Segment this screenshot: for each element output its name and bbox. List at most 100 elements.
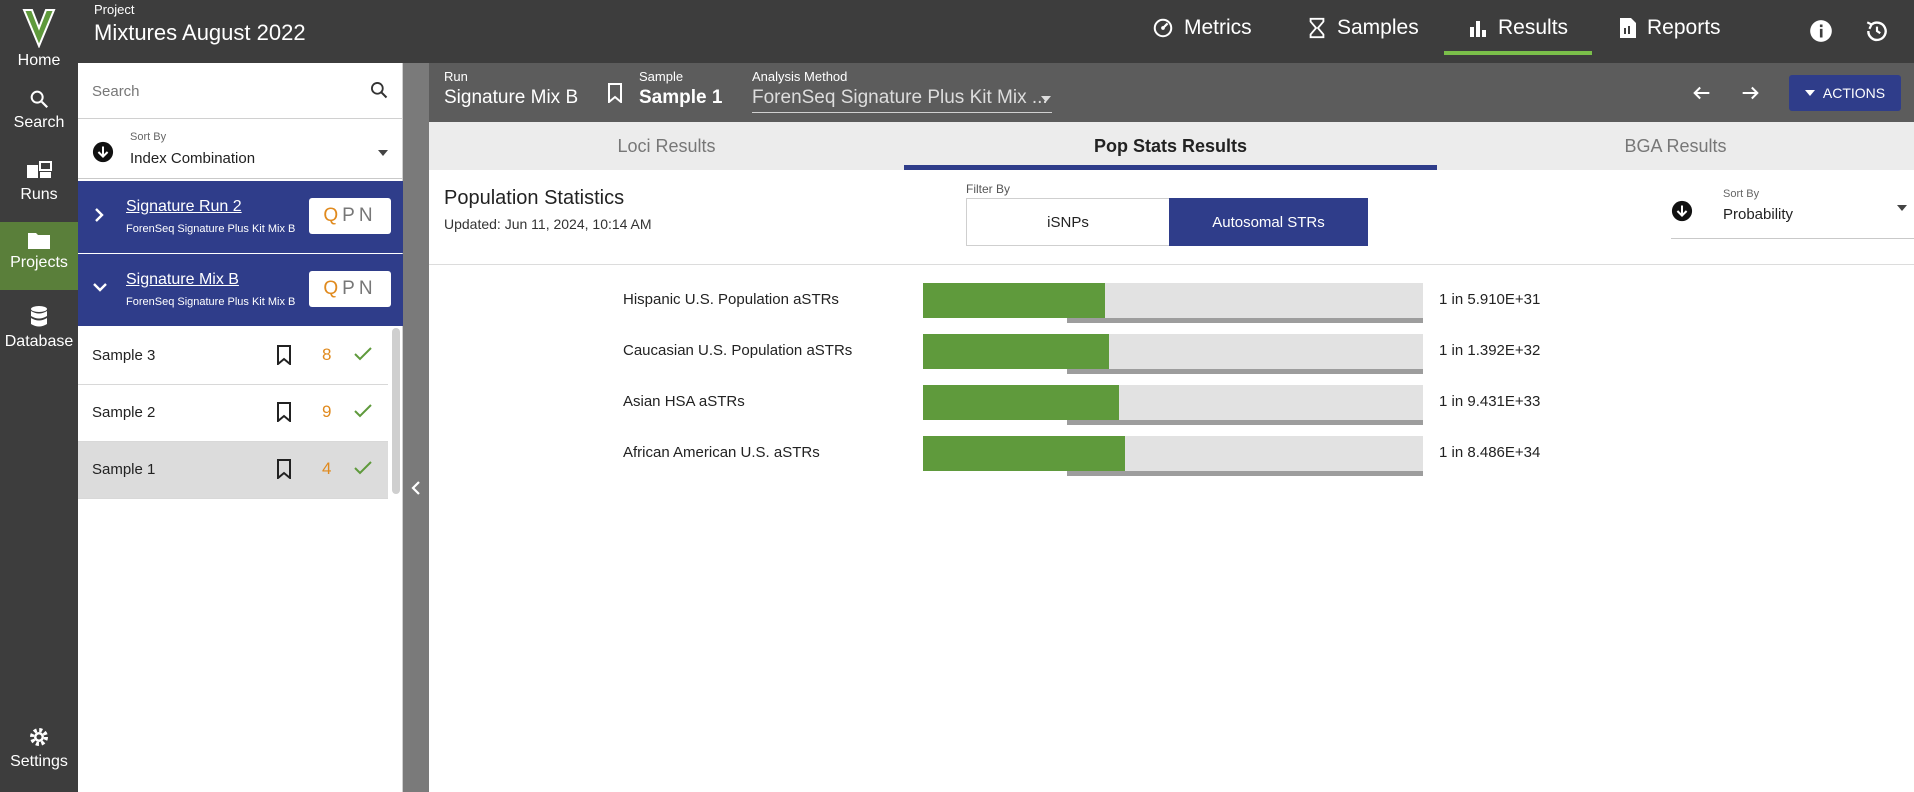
qpn-q: Q	[323, 205, 343, 226]
sample-row[interactable]: Sample 1 4	[78, 442, 388, 499]
filter-eyebrow: Filter By	[966, 182, 1011, 196]
list-scrollbar[interactable]	[392, 328, 400, 494]
qpn-n: N	[358, 278, 377, 299]
nav-metrics[interactable]: Metrics	[1152, 0, 1252, 55]
qpn-n: N	[358, 205, 377, 226]
home-label: Home	[17, 52, 61, 69]
sort-direction-icon[interactable]	[92, 141, 114, 163]
chart-bar-underline	[1067, 420, 1423, 425]
gauge-icon	[1153, 18, 1173, 37]
panel-collapse-handle[interactable]	[403, 63, 429, 792]
bookmark-icon[interactable]	[276, 345, 292, 365]
run-value: Signature Mix B	[444, 87, 579, 108]
hourglass-icon	[1309, 17, 1325, 38]
tab-bga-results[interactable]: BGA Results	[1437, 122, 1914, 170]
tab-loci-results[interactable]: Loci Results	[429, 122, 904, 170]
qpn-q: Q	[323, 278, 343, 299]
chevron-down-icon[interactable]	[92, 280, 108, 294]
filter-isnps[interactable]: iSNPs	[966, 198, 1170, 246]
chart-bar-underline	[1067, 369, 1423, 374]
bookmark-icon[interactable]	[607, 83, 623, 103]
actions-button[interactable]: ACTIONS	[1789, 75, 1901, 111]
nav-results[interactable]: Results	[1443, 0, 1593, 55]
chart-bar	[923, 436, 1125, 471]
caret-down-icon	[378, 150, 388, 156]
sample-count: 8	[322, 345, 332, 364]
history-icon[interactable]	[1864, 18, 1890, 44]
pop-stats-content: Population Statistics Updated: Jun 11, 2…	[429, 170, 1914, 792]
arrow-right-icon[interactable]	[1739, 82, 1761, 104]
sample-list-panel: Sort By Index Combination Signature Run …	[78, 63, 403, 792]
filter-autosomal-strs[interactable]: Autosomal STRs	[1169, 198, 1368, 246]
chart-category-label: Asian HSA aSTRs	[623, 393, 745, 410]
runs-nav[interactable]: Runs	[0, 160, 78, 216]
run-row[interactable]: Signature Run 2 ForenSeq Signature Plus …	[78, 181, 403, 253]
sort-eyebrow: Sort By	[130, 131, 167, 143]
sample-count: 4	[322, 459, 332, 478]
gear-icon	[30, 728, 48, 746]
chart-bar-underline	[1067, 471, 1423, 476]
sample-row[interactable]: Sample 2 9	[78, 385, 388, 442]
nav-reports[interactable]: Reports	[1619, 0, 1721, 55]
bookmark-icon[interactable]	[276, 459, 292, 479]
search-nav[interactable]: Search	[0, 88, 78, 144]
chart-bar	[923, 283, 1105, 318]
sample-row[interactable]: Sample 3 8	[78, 328, 388, 385]
qpn-badge: Q P N	[309, 198, 391, 234]
projects-nav[interactable]: Projects	[0, 222, 78, 290]
chart-data-label: 1 in 8.486E+34	[1439, 444, 1541, 461]
run-kit: ForenSeq Signature Plus Kit Mix B	[126, 296, 296, 308]
chart-bar-track	[923, 334, 1423, 369]
logo-icon	[22, 9, 56, 48]
run-name[interactable]: Signature Run 2	[126, 198, 242, 216]
probability-sort-select[interactable]: Sort By Probability	[1671, 184, 1914, 239]
pop-stats-bar-chart: Hispanic U.S. Population aSTRs 1 in 5.910…	[429, 265, 1914, 485]
projects-label: Projects	[10, 254, 68, 271]
chart-bar	[923, 334, 1109, 369]
runs-label: Runs	[20, 186, 58, 203]
check-icon	[354, 347, 372, 361]
analysis-method-select[interactable]: ForenSeq Signature Plus Kit Mix ...	[752, 87, 1052, 113]
chart-data-label: 1 in 5.910E+31	[1439, 291, 1541, 308]
actions-label: ACTIONS	[1822, 85, 1886, 101]
chevron-right-icon[interactable]	[92, 207, 106, 223]
report-icon	[1620, 17, 1636, 38]
run-name[interactable]: Signature Mix B	[126, 271, 239, 289]
bookmark-icon[interactable]	[276, 402, 292, 422]
sort-value: Probability	[1723, 206, 1794, 223]
project-title: Mixtures August 2022	[94, 20, 306, 45]
sort-value: Index Combination	[130, 150, 256, 167]
database-nav[interactable]: Database	[0, 305, 78, 365]
qpn-p: P	[342, 278, 359, 299]
tab-pop-stats-results[interactable]: Pop Stats Results	[904, 122, 1437, 170]
run-row[interactable]: Signature Mix B ForenSeq Signature Plus …	[78, 254, 403, 326]
runs-icon	[27, 161, 52, 178]
qpn-p: P	[342, 205, 359, 226]
project-eyebrow: Project	[94, 2, 135, 17]
home-nav[interactable]: Home	[0, 8, 78, 74]
chart-data-label: 1 in 9.431E+33	[1439, 393, 1541, 410]
sort-select[interactable]: Sort By Index Combination	[78, 119, 403, 179]
results-tabs: Loci Results Pop Stats Results BGA Resul…	[429, 122, 1914, 170]
sample-name: Sample 1	[92, 461, 156, 478]
nav-metrics-label: Metrics	[1184, 15, 1252, 39]
search-icon	[30, 90, 49, 109]
settings-nav[interactable]: Settings	[0, 725, 78, 781]
sample-eyebrow: Sample	[639, 69, 684, 84]
nav-samples[interactable]: Samples	[1307, 0, 1419, 55]
info-icon[interactable]	[1808, 18, 1834, 44]
sort-direction-icon[interactable]	[1671, 200, 1693, 222]
arrow-left-icon[interactable]	[1691, 82, 1713, 104]
sample-count: 9	[322, 402, 332, 421]
chart-bar	[923, 385, 1119, 420]
method-eyebrow: Analysis Method	[752, 69, 848, 84]
search-icon[interactable]	[369, 80, 389, 100]
sort-eyebrow: Sort By	[1723, 188, 1760, 200]
run-kit: ForenSeq Signature Plus Kit Mix B	[126, 223, 296, 235]
check-icon	[354, 404, 372, 418]
bar-chart-icon	[1470, 20, 1486, 37]
updated-timestamp: Updated: Jun 11, 2024, 10:14 AM	[444, 216, 652, 232]
top-bar: Project Mixtures August 2022 Metrics Sam…	[78, 0, 1914, 63]
search-input[interactable]	[92, 77, 352, 105]
search-box	[78, 63, 403, 119]
